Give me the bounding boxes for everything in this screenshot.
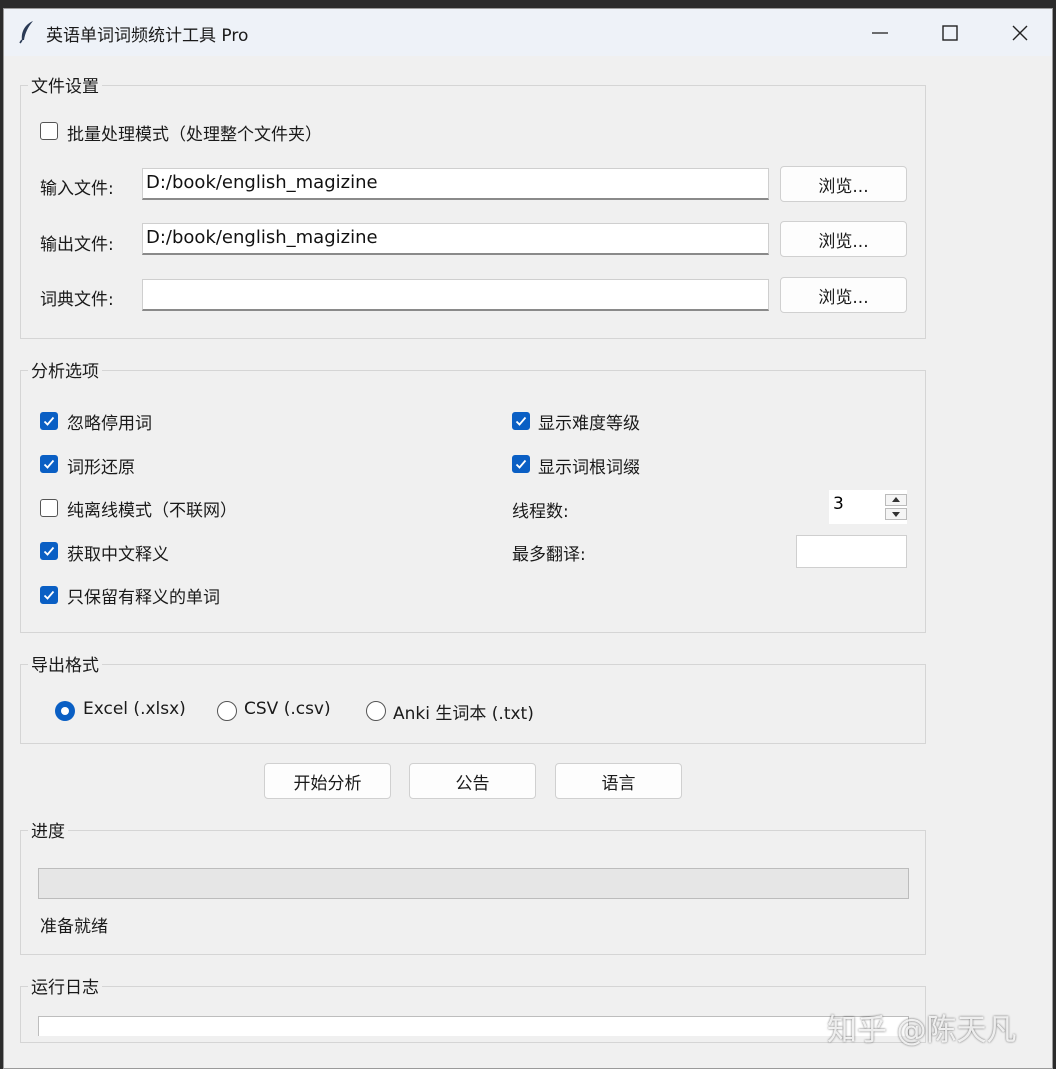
arrow-down-icon (892, 512, 900, 517)
log-textbox[interactable] (38, 1016, 909, 1036)
checkmark-icon (43, 459, 55, 469)
batch-mode-label: 批量处理模式（处理整个文件夹） (67, 125, 322, 145)
ignore-stopwords-checkbox[interactable] (40, 412, 58, 430)
status-text: 准备就绪 (40, 917, 108, 937)
threads-value[interactable]: 3 (833, 494, 844, 514)
file-settings-title: 文件设置 (28, 72, 102, 97)
analysis-options-title: 分析选项 (28, 357, 102, 382)
lemmatize-checkbox[interactable] (40, 455, 58, 473)
arrow-up-icon (892, 497, 900, 502)
export-format-title: 导出格式 (28, 651, 102, 676)
log-title: 运行日志 (28, 973, 102, 998)
app-window: 英语单词词频统计工具 Pro 文件设置 批量处理模式（处理整个文件夹） 输入文件… (3, 8, 1053, 1069)
batch-mode-checkbox[interactable] (40, 122, 58, 140)
maximize-button[interactable] (915, 9, 985, 56)
close-icon (1012, 25, 1028, 40)
browse-output-button[interactable]: 浏览... (780, 221, 907, 257)
excel-radio-label: Excel (.xlsx) (83, 699, 186, 719)
browse-dict-button[interactable]: 浏览... (780, 277, 907, 313)
dict-file-label: 词典文件: (40, 290, 114, 310)
max-translate-field[interactable] (796, 535, 907, 568)
maximize-icon (942, 24, 958, 41)
excel-radio[interactable] (55, 701, 75, 721)
watermark: 知乎 @陈天凡 (827, 1013, 1017, 1048)
dict-file-field[interactable] (142, 279, 769, 311)
checkmark-icon (43, 416, 55, 426)
show-roots-checkbox[interactable] (512, 455, 530, 473)
output-file-label: 输出文件: (40, 235, 114, 255)
minimize-button[interactable] (845, 9, 915, 56)
title-bar[interactable]: 英语单词词频统计工具 Pro (4, 9, 1052, 56)
start-analysis-button[interactable]: 开始分析 (264, 763, 391, 799)
spin-up-button[interactable] (885, 494, 907, 506)
anki-radio[interactable] (366, 701, 386, 721)
spin-down-button[interactable] (885, 508, 907, 520)
window-title: 英语单词词频统计工具 Pro (46, 26, 249, 46)
checkmark-icon (43, 590, 55, 600)
max-translate-label: 最多翻译: (512, 545, 586, 565)
notice-button[interactable]: 公告 (409, 763, 536, 799)
show-difficulty-checkbox[interactable] (512, 412, 530, 430)
minimize-icon (872, 31, 888, 34)
lemmatize-label: 词形还原 (67, 458, 135, 478)
close-button[interactable] (985, 9, 1052, 56)
language-button[interactable]: 语言 (555, 763, 682, 799)
input-file-label: 输入文件: (40, 179, 114, 199)
offline-mode-checkbox[interactable] (40, 499, 58, 517)
keep-with-meaning-checkbox[interactable] (40, 586, 58, 604)
get-chinese-meaning-label: 获取中文释义 (67, 545, 169, 565)
checkmark-icon (43, 546, 55, 556)
browse-input-button[interactable]: 浏览... (780, 166, 907, 202)
checkmark-icon (515, 416, 527, 426)
checkmark-icon (515, 459, 527, 469)
get-chinese-meaning-checkbox[interactable] (40, 542, 58, 560)
input-file-field[interactable]: D:/book/english_magizine (142, 168, 769, 200)
show-roots-label: 显示词根词缀 (538, 458, 640, 478)
csv-radio-label: CSV (.csv) (244, 699, 331, 719)
show-difficulty-label: 显示难度等级 (538, 414, 640, 434)
csv-radio[interactable] (217, 701, 237, 721)
ignore-stopwords-label: 忽略停用词 (67, 414, 152, 434)
offline-mode-label: 纯离线模式（不联网） (67, 501, 237, 521)
feather-icon (19, 21, 33, 44)
progress-title: 进度 (28, 817, 68, 842)
keep-with-meaning-label: 只保留有释义的单词 (67, 588, 220, 608)
anki-radio-label: Anki 生词本 (.txt) (393, 704, 534, 724)
threads-spinbox[interactable]: 3 (829, 490, 907, 524)
output-file-field[interactable]: D:/book/english_magizine (142, 223, 769, 255)
threads-label: 线程数: (512, 502, 569, 522)
progress-bar (38, 868, 909, 899)
